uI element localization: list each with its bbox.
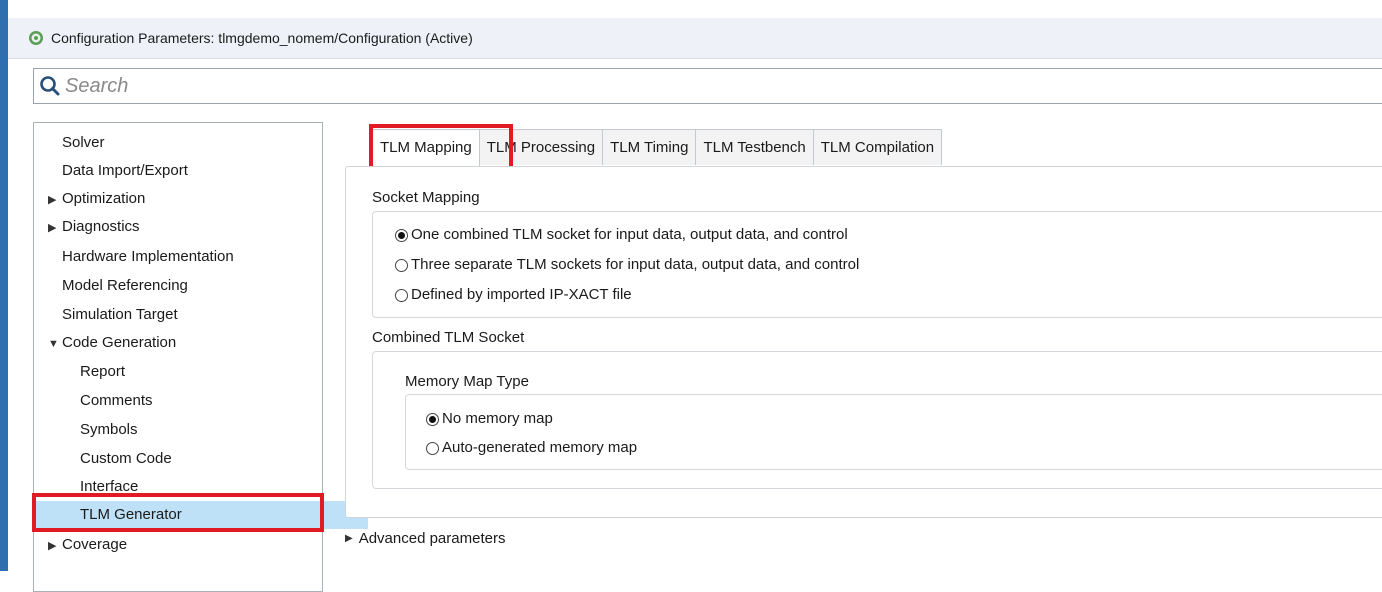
- memory-map-group: No memory map Auto-generated memory map: [405, 394, 1382, 470]
- tree-item-label: Comments: [80, 392, 153, 409]
- collapse-arrow-icon[interactable]: ▼: [48, 330, 62, 358]
- tab-tlm-mapping[interactable]: TLM Mapping: [372, 129, 480, 166]
- radio-label: Three separate TLM sockets for input dat…: [411, 256, 860, 273]
- radio-unselected-icon[interactable]: [395, 288, 408, 302]
- tab-tlm-compilation[interactable]: TLM Compilation: [812, 129, 943, 165]
- title-bar: Configuration Parameters: tlmgdemo_nomem…: [8, 18, 1382, 59]
- radio-unselected-icon[interactable]: [395, 258, 408, 272]
- tree-item-simulation-target[interactable]: Simulation Target: [34, 301, 350, 329]
- search-input[interactable]: [65, 74, 665, 98]
- radio-no-memory-map[interactable]: No memory map: [426, 408, 553, 430]
- tree-item-label: Solver: [62, 134, 105, 151]
- tab-tlm-timing[interactable]: TLM Timing: [602, 129, 697, 165]
- tree-item-data-import-export[interactable]: Data Import/Export: [34, 157, 350, 185]
- tree-item-interface[interactable]: Interface: [34, 473, 368, 501]
- tree-item-label: Interface: [80, 478, 139, 495]
- tab-tlm-processing[interactable]: TLM Processing: [478, 129, 604, 165]
- radio-auto-generated-memory-map[interactable]: Auto-generated memory map: [426, 437, 637, 459]
- combined-socket-group: Memory Map Type No memory map Auto-gener…: [372, 351, 1382, 489]
- tree-item-code-generation[interactable]: ▼ Code Generation: [34, 329, 336, 357]
- radio-label: Defined by imported IP-XACT file: [411, 286, 632, 303]
- socket-mapping-label: Socket Mapping: [372, 189, 480, 206]
- radio-unselected-icon[interactable]: [426, 441, 439, 455]
- tree-item-label: Data Import/Export: [62, 162, 188, 179]
- radio-selected-icon[interactable]: [395, 228, 408, 242]
- tree-item-optimization[interactable]: ▶ Optimization: [34, 185, 336, 213]
- tree-item-label: Optimization: [62, 190, 146, 207]
- tree-item-custom-code[interactable]: Custom Code: [34, 445, 368, 473]
- expand-triangle-icon[interactable]: ▶: [345, 533, 353, 544]
- category-tree: Solver Data Import/Export ▶ Optimization …: [33, 122, 368, 592]
- tree-item-label: Symbols: [80, 421, 138, 438]
- memory-map-type-label: Memory Map Type: [405, 373, 529, 390]
- radio-label: Auto-generated memory map: [442, 439, 638, 456]
- tree-item-solver[interactable]: Solver: [34, 129, 350, 157]
- tree-item-label: Model Referencing: [62, 277, 188, 294]
- expand-arrow-icon[interactable]: ▶: [48, 186, 62, 214]
- window-left-edge: [0, 0, 8, 571]
- tree-item-label: Diagnostics: [62, 218, 140, 235]
- radio-label: No memory map: [442, 410, 553, 427]
- tree-item-comments[interactable]: Comments: [34, 387, 368, 415]
- gear-icon: [29, 31, 43, 45]
- tree-item-tlm-generator[interactable]: TLM Generator: [34, 501, 368, 529]
- search-icon: [40, 76, 60, 96]
- tree-item-hardware-implementation[interactable]: Hardware Implementation: [34, 243, 350, 271]
- expand-arrow-icon[interactable]: ▶: [48, 532, 62, 560]
- radio-label: One combined TLM socket for input data, …: [411, 226, 848, 243]
- radio-ip-xact-file[interactable]: Defined by imported IP-XACT file: [395, 284, 632, 306]
- tree-item-model-referencing[interactable]: Model Referencing: [34, 272, 350, 300]
- tree-item-diagnostics[interactable]: ▶ Diagnostics: [34, 213, 336, 241]
- window-title: Configuration Parameters: tlmgdemo_nomem…: [51, 30, 473, 46]
- tab-tlm-testbench[interactable]: TLM Testbench: [695, 129, 814, 165]
- tree-item-label: Coverage: [62, 536, 128, 553]
- tree-item-label: TLM Generator: [80, 506, 182, 523]
- tree-item-label: Custom Code: [80, 450, 172, 467]
- tree-item-label: Report: [80, 363, 126, 380]
- radio-selected-icon[interactable]: [426, 412, 439, 426]
- tree-item-symbols[interactable]: Symbols: [34, 416, 368, 444]
- tree-item-label: Hardware Implementation: [62, 248, 234, 265]
- expand-arrow-icon[interactable]: ▶: [48, 214, 62, 242]
- radio-three-separate-sockets[interactable]: Three separate TLM sockets for input dat…: [395, 254, 859, 276]
- socket-mapping-group: One combined TLM socket for input data, …: [372, 211, 1382, 318]
- radio-one-combined-socket[interactable]: One combined TLM socket for input data, …: [395, 224, 848, 246]
- advanced-parameters-label: Advanced parameters: [358, 530, 506, 547]
- combined-socket-label: Combined TLM Socket: [372, 329, 525, 346]
- tree-item-coverage[interactable]: ▶ Coverage: [34, 531, 336, 559]
- tree-item-label: Simulation Target: [62, 306, 178, 323]
- tab-strip: TLM Mapping TLM Processing TLM Timing TL…: [372, 129, 943, 166]
- tree-item-report[interactable]: Report: [34, 358, 368, 386]
- tree-item-label: Code Generation: [62, 334, 177, 351]
- search-bar[interactable]: [33, 68, 1382, 104]
- advanced-parameters-toggle[interactable]: ▶ Advanced parameters: [345, 530, 505, 547]
